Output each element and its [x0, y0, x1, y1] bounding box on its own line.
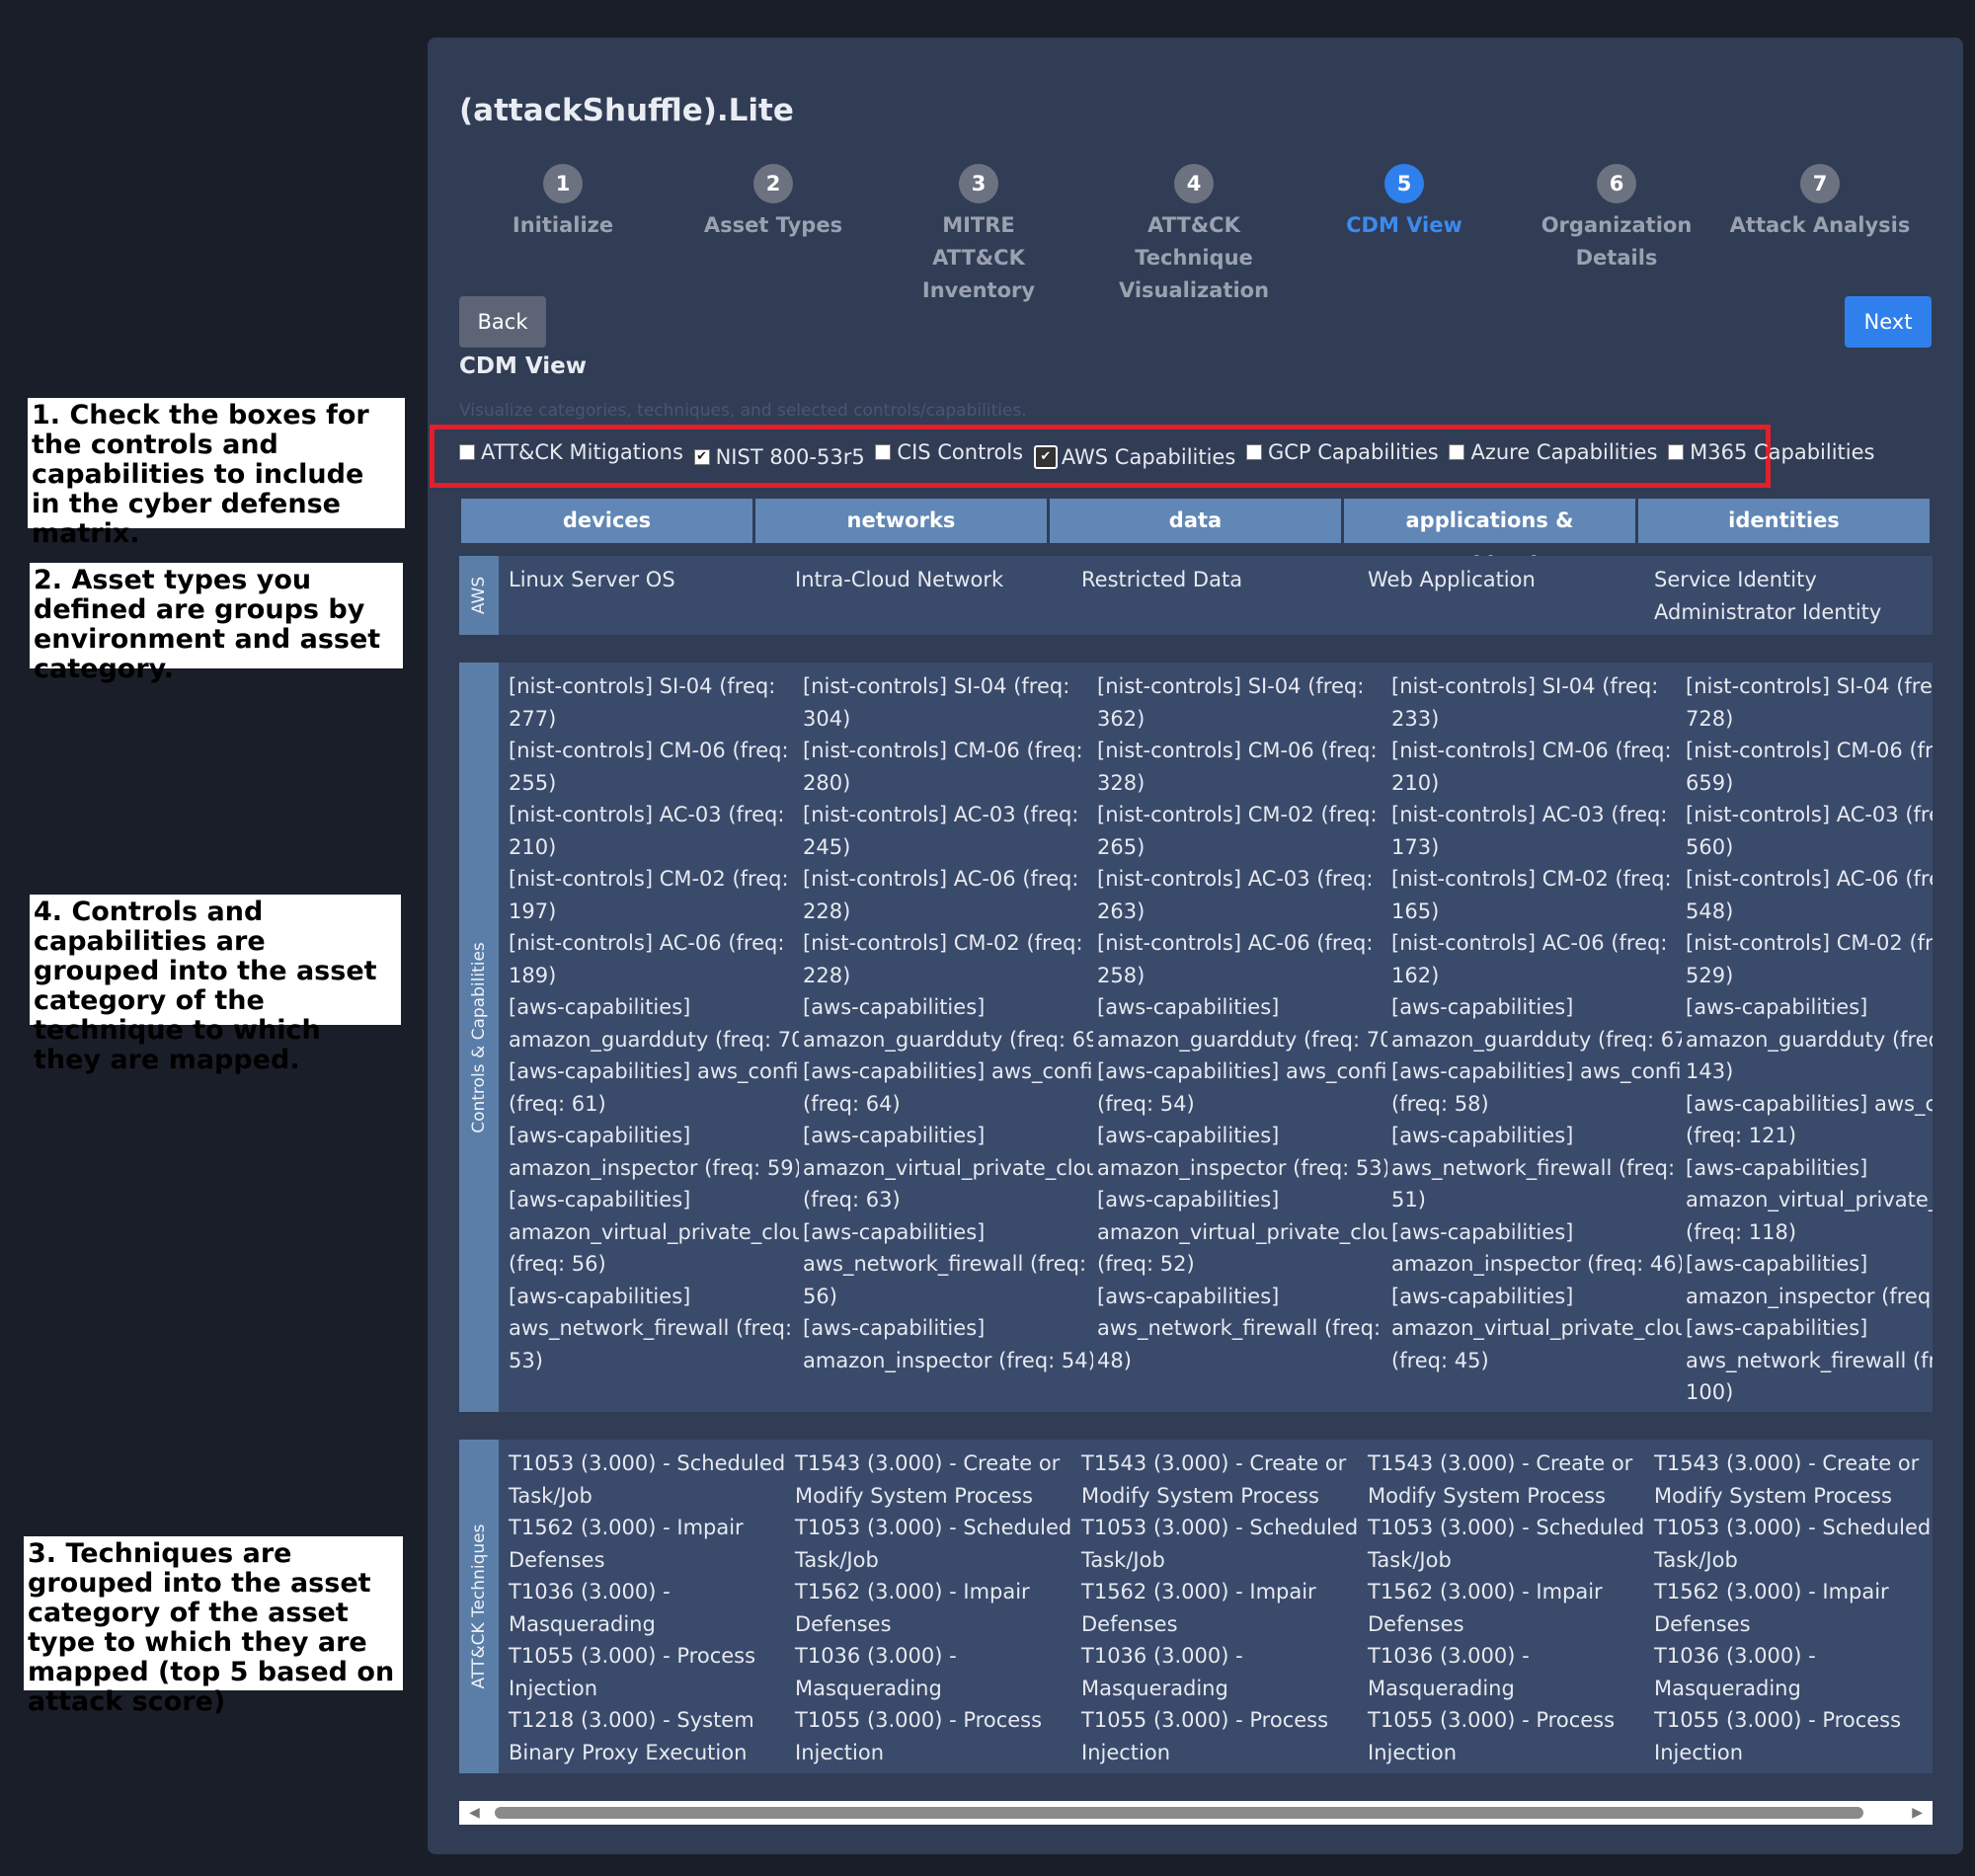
checkbox-label: NIST 800-53r5 [715, 445, 865, 469]
annotation-4: 4. Controls and capabilities are grouped… [30, 895, 401, 1075]
step-number: 4 [1174, 164, 1214, 203]
checkbox-label: ATT&CK Mitigations [481, 440, 683, 464]
controls-cell: [nist-controls] SI-04 (freq: 728) [nist-… [1686, 674, 1933, 1404]
step-label: ATT&CK Technique Visualization [1118, 213, 1270, 302]
checkbox-unchecked-icon [875, 444, 892, 460]
asset-cell: Linux Server OS [509, 568, 675, 591]
category-data: data [1050, 499, 1341, 543]
technique-cell: T1053 (3.000) - Scheduled Task/Job T1562… [509, 1451, 786, 1764]
checkbox-unchecked-icon [1668, 444, 1685, 460]
category-identities: identities [1638, 499, 1930, 543]
back-button[interactable]: Back [459, 296, 546, 348]
step-initialize[interactable]: 1 Initialize [459, 164, 667, 242]
annotation-3: 3. Techniques are grouped into the asset… [24, 1536, 403, 1717]
scroll-right-icon[interactable]: ▶ [1912, 1805, 1923, 1821]
horizontal-scrollbar[interactable]: ◀ ▶ [459, 1801, 1933, 1825]
step-mitre-inventory[interactable]: 3 MITRE ATT&CK Inventory [880, 164, 1077, 307]
checkbox-label: Azure Capabilities [1470, 440, 1658, 464]
step-label: Organization Details [1540, 213, 1693, 270]
controls-cell: [nist-controls] SI-04 (freq: 304) [nist-… [803, 674, 1093, 1372]
category-applications: applications & workloads [1344, 499, 1635, 577]
checkbox-gcp-capabilities[interactable]: GCP Capabilities [1245, 440, 1439, 464]
stepper: 1 Initialize 2 Asset Types 3 MITRE ATT&C… [459, 164, 1940, 312]
category-networks: networks [755, 499, 1047, 543]
asset-cell: Service Identity Administrator Identity [1654, 568, 1882, 624]
techniques-label: ATT&CK Techniques [459, 1440, 499, 1773]
checkbox-label: M365 Capabilities [1690, 440, 1875, 464]
step-number: 7 [1800, 164, 1840, 203]
technique-cell: T1543 (3.000) - Create or Modify System … [1654, 1451, 1932, 1764]
technique-cell: T1543 (3.000) - Create or Modify System … [1081, 1451, 1359, 1764]
scrollbar-thumb[interactable] [495, 1807, 1863, 1819]
step-cdm-view[interactable]: 5 CDM View [1301, 164, 1508, 242]
techniques-row: ATT&CK Techniques T1053 (3.000) - Schedu… [459, 1440, 1933, 1773]
controls-cell: [nist-controls] SI-04 (freq: 277) [nist-… [509, 674, 799, 1372]
step-number: 1 [543, 164, 583, 203]
step-label: Initialize [512, 213, 614, 237]
checkbox-unchecked-icon [1245, 444, 1262, 460]
step-label: MITRE ATT&CK Inventory [921, 213, 1036, 302]
section-title: CDM View [459, 353, 587, 379]
checkbox-cis-controls[interactable]: CIS Controls [875, 440, 1023, 464]
checkbox-checked-icon: ✔ [1033, 445, 1058, 469]
next-button[interactable]: Next [1845, 296, 1932, 348]
controls-row: Controls & Capabilities [nist-controls] … [459, 663, 1933, 1412]
section-subtitle: Visualize categories, techniques, and se… [459, 401, 1027, 421]
asset-cell: Intra-Cloud Network [795, 568, 1004, 591]
technique-cell: T1543 (3.000) - Create or Modify System … [795, 1451, 1072, 1764]
checkbox-m365-capabilities[interactable]: M365 Capabilities [1668, 440, 1874, 464]
asset-row: AWS Linux Server OS Intra-Cloud Network … [459, 556, 1933, 635]
annotation-2: 2. Asset types you defined are groups by… [30, 563, 403, 684]
step-label: CDM View [1346, 213, 1462, 237]
controls-label: Controls & Capabilities [459, 663, 499, 1412]
app-panel: (attackShuffle).Lite 1 Initialize 2 Asse… [428, 38, 1963, 1854]
step-label: Attack Analysis [1729, 213, 1911, 237]
category-header-row: devices networks data applications & wor… [461, 499, 1933, 577]
category-devices: devices [461, 499, 752, 543]
step-technique-visualization[interactable]: 4 ATT&CK Technique Visualization [1085, 164, 1303, 307]
checkbox-aws-capabilities[interactable]: ✔ AWS Capabilities [1033, 445, 1236, 469]
annotation-1: 1. Check the boxes for the controls and … [28, 398, 405, 549]
controls-cell: [nist-controls] SI-04 (freq: 362) [nist-… [1097, 674, 1387, 1372]
techniques-label-text: ATT&CK Techniques [469, 1524, 489, 1689]
app-title: (attackShuffle).Lite [459, 93, 794, 128]
capability-checkboxes: ATT&CK Mitigations ✔ NIST 800-53r5 CIS Co… [459, 440, 1878, 469]
controls-label-text: Controls & Capabilities [469, 941, 489, 1133]
step-attack-analysis[interactable]: 7 Attack Analysis [1721, 164, 1919, 242]
env-label-text: AWS [469, 576, 489, 615]
checkbox-label: GCP Capabilities [1267, 440, 1439, 464]
step-organization-details[interactable]: 6 Organization Details [1508, 164, 1725, 274]
checkbox-checked-icon: ✔ [693, 449, 710, 465]
asset-cell: Web Application [1368, 568, 1536, 591]
step-number: 5 [1384, 164, 1424, 203]
checkbox-label: CIS Controls [897, 440, 1024, 464]
step-number: 3 [959, 164, 998, 203]
checkbox-azure-capabilities[interactable]: Azure Capabilities [1449, 440, 1657, 464]
checkbox-nist[interactable]: ✔ NIST 800-53r5 [693, 445, 865, 469]
step-number: 6 [1597, 164, 1636, 203]
scroll-left-icon[interactable]: ◀ [469, 1805, 480, 1821]
step-number: 2 [753, 164, 793, 203]
step-label: Asset Types [703, 213, 843, 237]
env-label: AWS [459, 556, 499, 635]
step-asset-types[interactable]: 2 Asset Types [670, 164, 877, 242]
technique-cell: T1543 (3.000) - Create or Modify System … [1368, 1451, 1645, 1764]
checkbox-unchecked-icon [459, 444, 475, 460]
checkbox-attck-mitigations[interactable]: ATT&CK Mitigations [459, 440, 683, 464]
checkbox-unchecked-icon [1449, 444, 1465, 460]
checkbox-label: AWS Capabilities [1061, 445, 1236, 469]
controls-cell: [nist-controls] SI-04 (freq: 233) [nist-… [1391, 674, 1682, 1372]
asset-cell: Restricted Data [1081, 568, 1243, 591]
